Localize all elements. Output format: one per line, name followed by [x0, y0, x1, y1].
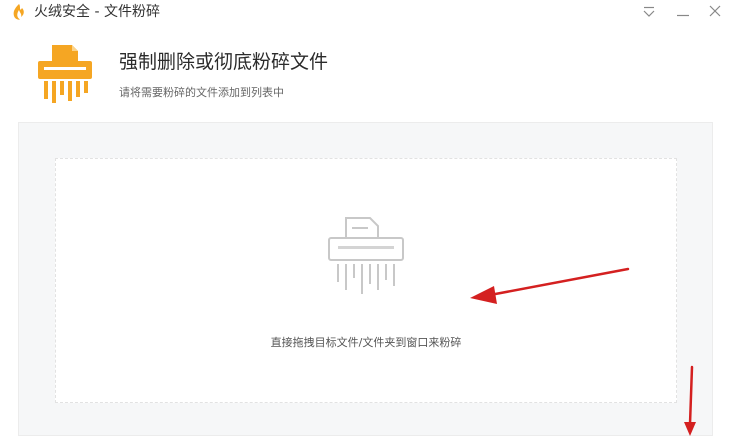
page-title: 强制删除或彻底粉碎文件 [119, 51, 329, 73]
close-icon [704, 2, 726, 22]
drop-hint-text: 直接拖拽目标文件/文件夹到窗口来粉碎 [270, 336, 462, 349]
page-subtitle: 请将需要粉碎的文件添加到列表中 [119, 86, 284, 99]
file-shredder-window: 火绒安全 - 文件粉碎 强制删除或彻底粉碎文件 请将需要粉碎的文件添加到列表中 … [0, 0, 744, 436]
shredder-icon [36, 43, 94, 103]
menu-icon [638, 2, 660, 22]
minimize-icon [672, 2, 694, 22]
shredder-icon [326, 216, 406, 298]
huorong-flame-icon [10, 3, 28, 21]
minimize-button[interactable] [672, 2, 694, 22]
title-bar[interactable]: 火绒安全 - 文件粉碎 [0, 0, 744, 24]
close-button[interactable] [704, 2, 726, 22]
menu-button[interactable] [638, 2, 660, 22]
window-title: 火绒安全 - 文件粉碎 [34, 4, 160, 20]
